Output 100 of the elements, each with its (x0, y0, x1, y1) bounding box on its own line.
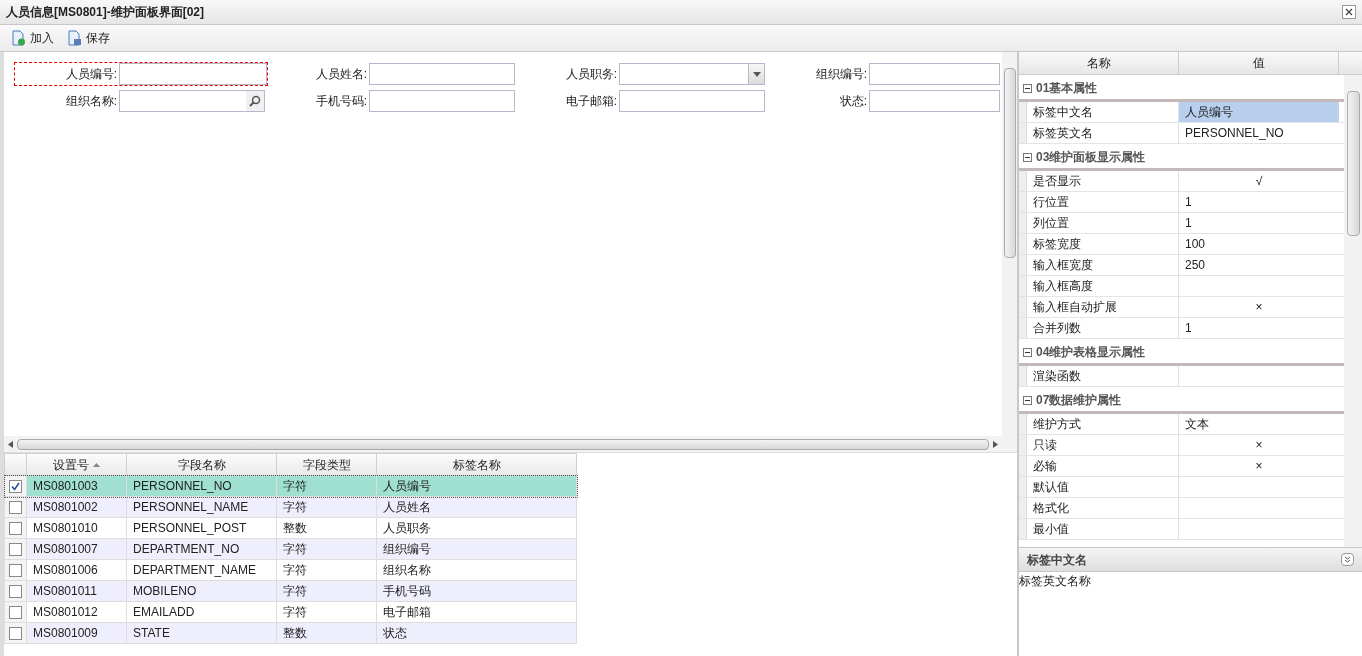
vertical-scrollbar[interactable] (1002, 52, 1017, 452)
scroll-right-icon[interactable] (993, 440, 998, 448)
property-value[interactable]: 1 (1179, 192, 1339, 212)
table-row[interactable]: MS0801006 DEPARTMENT_NAME 字符 组织名称 (4, 559, 577, 581)
table-cell: MS0801012 (26, 601, 127, 623)
input-field[interactable] (869, 90, 1000, 112)
row-checkbox[interactable] (9, 543, 22, 557)
property-name: 标签英文名 (1027, 123, 1179, 143)
scroll-left-icon[interactable] (8, 440, 13, 448)
vertical-scrollbar[interactable] (1344, 75, 1362, 547)
row-checkbox[interactable] (9, 501, 22, 515)
dropdown-field[interactable] (619, 63, 765, 85)
table-cell: 字符 (276, 475, 377, 497)
property-value[interactable]: 1 (1179, 213, 1339, 233)
input-field[interactable] (369, 90, 515, 112)
property-name: 是否显示 (1027, 171, 1179, 191)
property-value[interactable]: × (1179, 297, 1339, 317)
column-header: 值 (1179, 52, 1339, 74)
chevron-down-icon (752, 71, 761, 77)
table-cell: MS0801011 (26, 580, 127, 602)
property-name: 格式化 (1027, 498, 1179, 518)
table-cell: PERSONNEL_POST (126, 517, 277, 539)
property-value[interactable]: × (1179, 435, 1339, 455)
table-cell: 字符 (276, 496, 377, 518)
input-field[interactable] (369, 63, 515, 85)
group-header[interactable]: 03维护面板显示属性 (1023, 148, 1146, 166)
property-value[interactable]: 文本 (1179, 414, 1339, 434)
table-cell: 整数 (276, 517, 377, 539)
property-value[interactable]: PERSONNEL_NO (1179, 123, 1339, 143)
table-cell: 状态 (376, 622, 577, 644)
field-label: 人员职务: (564, 66, 618, 83)
table-cell: 组织名称 (376, 559, 577, 581)
property-name: 输入框自动扩展 (1027, 297, 1179, 317)
table-cell: MS0801007 (26, 538, 127, 560)
search-icon (249, 95, 261, 107)
row-checkbox[interactable] (9, 480, 22, 494)
field-label: 组织名称: (64, 93, 118, 110)
property-name: 标签宽度 (1027, 234, 1179, 254)
property-name: 输入框高度 (1027, 276, 1179, 296)
horizontal-scrollbar[interactable] (4, 436, 1002, 452)
input-field[interactable] (119, 63, 267, 85)
table-cell: 字符 (276, 601, 377, 623)
toolbar-button[interactable]: 保存 (66, 29, 110, 47)
table-cell: 人员编号 (376, 475, 577, 497)
property-name: 合并列数 (1027, 318, 1179, 338)
close-button[interactable] (1342, 5, 1356, 19)
table-row[interactable]: MS0801012 EMAILADD 字符 电子邮箱 (4, 601, 577, 623)
property-value[interactable]: 250 (1179, 255, 1339, 275)
property-name: 输入框宽度 (1027, 255, 1179, 275)
property-name: 渲染函数 (1027, 366, 1179, 386)
input-field[interactable] (869, 63, 1000, 85)
column-header: 名称 (1019, 52, 1179, 74)
table-cell: PERSONNEL_NO (126, 475, 277, 497)
table-row[interactable]: MS0801010 PERSONNEL_POST 整数 人员职务 (4, 517, 577, 539)
table-row[interactable]: MS0801003 PERSONNEL_NO 字符 人员编号 (4, 475, 577, 497)
table-cell: 人员姓名 (376, 496, 577, 518)
table-cell: MS0801006 (26, 559, 127, 581)
search-field[interactable] (119, 90, 265, 112)
input-field[interactable] (619, 90, 765, 112)
collapse-button[interactable] (1341, 553, 1354, 566)
property-value[interactable]: 1 (1179, 318, 1339, 338)
property-name: 必输 (1027, 456, 1179, 476)
property-name: 最小值 (1027, 519, 1179, 539)
table-cell: MS0801010 (26, 517, 127, 539)
table-row[interactable]: MS0801007 DEPARTMENT_NO 字符 组织编号 (4, 538, 577, 560)
table-row[interactable]: MS0801002 PERSONNEL_NAME 字符 人员姓名 (4, 496, 577, 518)
table-cell: DEPARTMENT_NO (126, 538, 277, 560)
table-cell: PERSONNEL_NAME (126, 496, 277, 518)
group-header[interactable]: 04维护表格显示属性 (1023, 343, 1146, 361)
table-cell: MOBILENO (126, 580, 277, 602)
table-cell: STATE (126, 622, 277, 644)
collapse-icon (1023, 347, 1032, 357)
field-label: 人员姓名: (314, 66, 368, 83)
property-name: 默认值 (1027, 477, 1179, 497)
sort-ascending-icon (93, 462, 100, 467)
group-header[interactable]: 01基本属性 (1023, 79, 1098, 97)
table-row[interactable]: MS0801009 STATE 整数 状态 (4, 622, 577, 644)
table-cell: 人员职务 (376, 517, 577, 539)
row-checkbox[interactable] (9, 522, 22, 536)
row-checkbox[interactable] (9, 585, 22, 599)
collapse-icon (1023, 83, 1032, 93)
table-cell: 字符 (276, 559, 377, 581)
window-title: 人员信息[MS0801]-维护面板界面[02] (6, 4, 205, 21)
field-label: 组织编号: (814, 66, 868, 83)
property-value[interactable]: 人员编号 (1179, 102, 1339, 122)
table-cell: 电子邮箱 (376, 601, 577, 623)
group-header[interactable]: 07数据维护属性 (1023, 391, 1122, 409)
property-value[interactable]: √ (1179, 171, 1339, 191)
field-label: 手机号码: (314, 93, 368, 110)
property-value[interactable]: × (1179, 456, 1339, 476)
row-checkbox[interactable] (9, 606, 22, 620)
table-row[interactable]: MS0801011 MOBILENO 字符 手机号码 (4, 580, 577, 602)
table-cell: MS0801003 (26, 475, 127, 497)
field-label: 状态: (838, 93, 868, 110)
table-cell: 字符 (276, 538, 377, 560)
row-checkbox[interactable] (9, 564, 22, 578)
toolbar-button[interactable]: 加入 (10, 29, 54, 47)
property-value[interactable]: 100 (1179, 234, 1339, 254)
close-icon (1345, 8, 1353, 16)
row-checkbox[interactable] (9, 627, 22, 641)
